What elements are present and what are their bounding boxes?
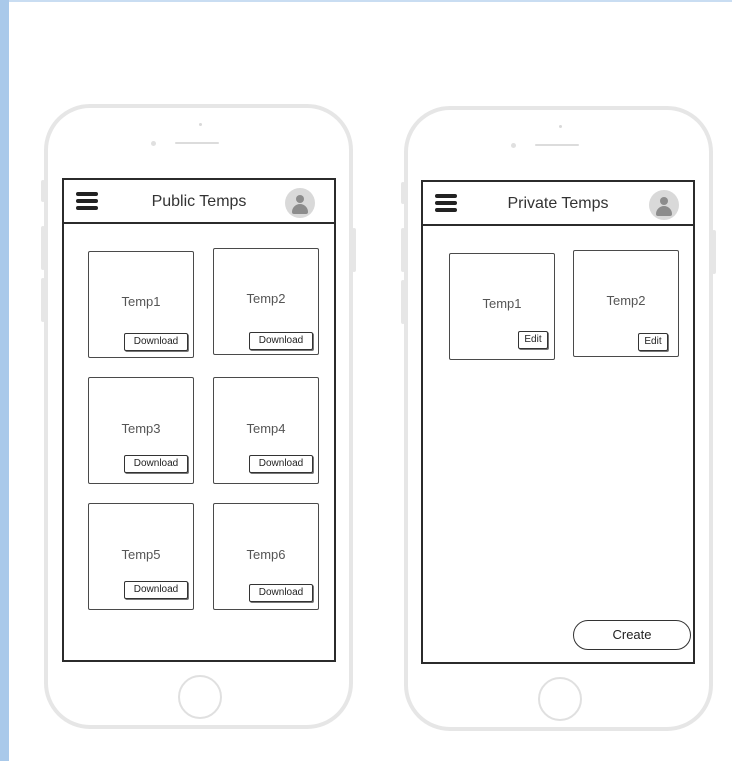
template-name: Temp1 bbox=[121, 294, 161, 309]
download-button[interactable]: Download bbox=[124, 581, 188, 599]
phone-home-button[interactable] bbox=[178, 675, 222, 719]
template-name: Temp3 bbox=[121, 421, 161, 436]
phone-sensor bbox=[151, 141, 156, 146]
phone-camera bbox=[199, 123, 202, 126]
phone-side-button bbox=[41, 180, 45, 202]
phone-side-button bbox=[41, 226, 45, 270]
download-button[interactable]: Download bbox=[124, 333, 188, 351]
template-name: Temp1 bbox=[482, 296, 522, 311]
phone-side-button bbox=[401, 228, 405, 272]
top-divider bbox=[9, 0, 732, 2]
template-card[interactable]: Temp1 Edit bbox=[449, 253, 555, 360]
private-temps-screen: Private Temps Temp1 Edit Temp2 Edit Crea… bbox=[421, 180, 695, 664]
phone-speaker bbox=[175, 142, 219, 144]
template-name: Temp4 bbox=[246, 421, 286, 436]
phone-camera bbox=[559, 125, 562, 128]
phone-side-button bbox=[401, 182, 405, 204]
phone-side-button bbox=[712, 230, 716, 274]
download-button[interactable]: Download bbox=[249, 584, 313, 602]
template-card[interactable]: Temp1 Download bbox=[88, 251, 194, 358]
create-button[interactable]: Create bbox=[573, 620, 691, 650]
template-name: Temp2 bbox=[246, 291, 286, 306]
left-accent-strip bbox=[0, 0, 9, 761]
template-name: Temp5 bbox=[121, 547, 161, 562]
template-card[interactable]: Temp2 Download bbox=[213, 248, 319, 355]
phone-sensor bbox=[511, 143, 516, 148]
template-card[interactable]: Temp3 Download bbox=[88, 377, 194, 484]
template-card[interactable]: Temp4 Download bbox=[213, 377, 319, 484]
phone-speaker bbox=[535, 144, 579, 146]
template-name: Temp6 bbox=[246, 547, 286, 562]
edit-button[interactable]: Edit bbox=[518, 331, 548, 349]
phone-side-button bbox=[352, 228, 356, 272]
template-card[interactable]: Temp2 Edit bbox=[573, 250, 679, 357]
template-card[interactable]: Temp5 Download bbox=[88, 503, 194, 610]
app-header: Public Temps bbox=[64, 180, 334, 224]
public-temps-screen: Public Temps Temp1 Download Temp2 Downlo… bbox=[62, 178, 336, 662]
phone-side-button bbox=[41, 278, 45, 322]
edit-button[interactable]: Edit bbox=[638, 333, 668, 351]
template-card[interactable]: Temp6 Download bbox=[213, 503, 319, 610]
phone-home-button[interactable] bbox=[538, 677, 582, 721]
phone-side-button bbox=[401, 280, 405, 324]
download-button[interactable]: Download bbox=[249, 455, 313, 473]
download-button[interactable]: Download bbox=[249, 332, 313, 350]
user-avatar-icon[interactable] bbox=[285, 188, 315, 218]
app-header: Private Temps bbox=[423, 182, 693, 226]
user-avatar-icon[interactable] bbox=[649, 190, 679, 220]
template-name: Temp2 bbox=[606, 293, 646, 308]
download-button[interactable]: Download bbox=[124, 455, 188, 473]
